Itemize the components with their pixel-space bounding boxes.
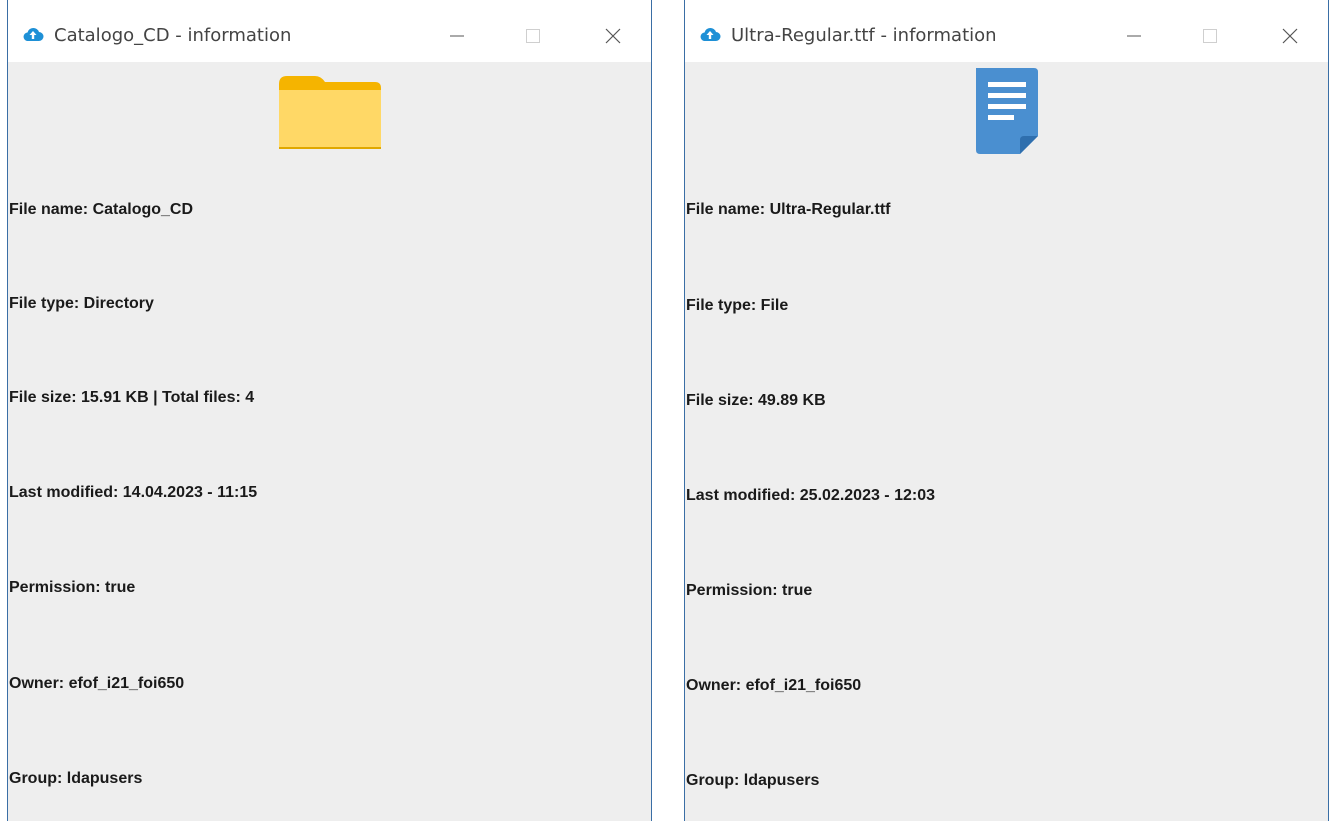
- document-icon: [975, 68, 1038, 154]
- title-bar[interactable]: Ultra-Regular.ttf - information: [685, 0, 1328, 62]
- group-label: Group: ldapusers: [686, 772, 820, 789]
- maximize-icon: [1203, 29, 1217, 43]
- close-button[interactable]: [593, 18, 633, 54]
- close-icon: [605, 28, 621, 44]
- minimize-button[interactable]: [437, 18, 477, 54]
- file-size-label: File size: 15.91 KB | Total files: 4: [9, 389, 255, 406]
- last-modified-label: Last modified: 14.04.2023 - 11:15: [9, 484, 258, 501]
- file-name-label: File name: Catalogo_CD: [9, 201, 194, 218]
- last-modified-label: Last modified: 25.02.2023 - 12:03: [686, 487, 935, 504]
- folder-icon: [278, 76, 381, 149]
- minimize-icon: [450, 35, 464, 37]
- cloud-upload-icon: [700, 27, 721, 41]
- maximize-button[interactable]: [1190, 18, 1230, 54]
- file-type-label: File type: Directory: [9, 295, 154, 312]
- group-label: Group: ldapusers: [9, 770, 143, 787]
- close-icon: [1282, 28, 1298, 44]
- window-title: Catalogo_CD - information: [54, 25, 292, 46]
- maximize-icon: [526, 29, 540, 43]
- title-bar[interactable]: Catalogo_CD - information: [8, 0, 651, 62]
- window-title: Ultra-Regular.ttf - information: [731, 25, 997, 46]
- close-button[interactable]: [1270, 18, 1310, 54]
- file-size-label: File size: 49.89 KB: [686, 392, 826, 409]
- owner-label: Owner: efof_i21_foi650: [686, 677, 862, 694]
- minimize-icon: [1127, 35, 1141, 37]
- permission-label: Permission: true: [9, 579, 136, 596]
- info-window-ultra-regular: Ultra-Regular.ttf - information File nam…: [684, 0, 1329, 821]
- file-type-label: File type: File: [686, 297, 789, 314]
- permission-label: Permission: true: [686, 582, 813, 599]
- info-window-catalogo: Catalogo_CD - information File name: Cat…: [7, 0, 652, 821]
- owner-label: Owner: efof_i21_foi650: [9, 675, 185, 692]
- cloud-upload-icon: [23, 27, 44, 41]
- maximize-button[interactable]: [513, 18, 553, 54]
- minimize-button[interactable]: [1114, 18, 1154, 54]
- file-name-label: File name: Ultra-Regular.ttf: [686, 201, 891, 218]
